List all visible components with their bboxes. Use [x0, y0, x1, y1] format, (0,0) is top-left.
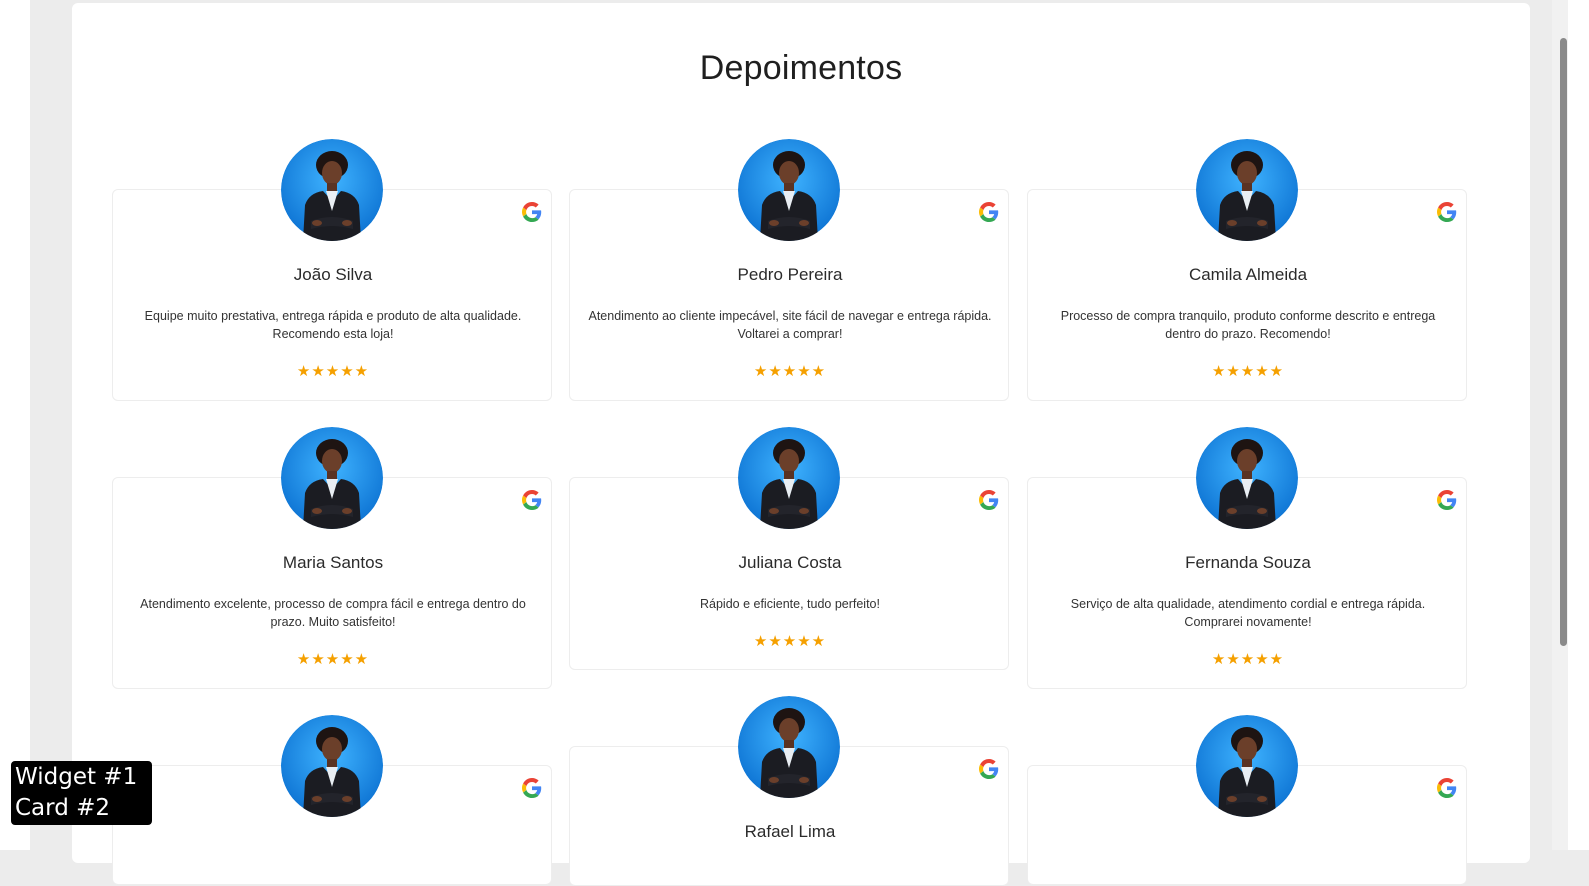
- testimonials-section: Depoimentos João Silva Equipe muito pres…: [72, 3, 1530, 886]
- review-text: Atendimento ao cliente impecável, site f…: [588, 309, 992, 341]
- reviewer-avatar: [738, 139, 840, 241]
- google-g-icon: [979, 490, 999, 510]
- card-label: Card #2: [15, 795, 111, 821]
- reviewer-avatar: [281, 139, 383, 241]
- google-g-icon: [979, 759, 999, 779]
- scrollbar-thumb[interactable]: [1560, 38, 1567, 646]
- reviewer-name: Rafael Lima: [744, 822, 836, 841]
- widget-label: Widget #1: [15, 764, 138, 790]
- reviewer-name: João Silva: [293, 265, 373, 284]
- reviewer-avatar: [738, 696, 840, 798]
- review-text: Equipe muito prestativa, entrega rápida …: [144, 309, 522, 341]
- star-rating: ★★★★★: [296, 651, 370, 668]
- reviewer-avatar: [1196, 715, 1298, 817]
- star-rating: ★★★★★: [1211, 651, 1285, 668]
- google-g-icon: [1437, 778, 1457, 798]
- google-g-icon: [979, 202, 999, 222]
- reviewer-name: Fernanda Souza: [1185, 553, 1311, 572]
- reviewer-avatar: [281, 427, 383, 529]
- section-title: Depoimentos: [699, 49, 903, 87]
- google-g-icon: [522, 778, 542, 798]
- reviewer-name: Juliana Costa: [738, 553, 842, 572]
- star-rating: ★★★★★: [753, 363, 827, 380]
- reviewer-avatar: [1196, 139, 1298, 241]
- review-text: Serviço de alta qualidade, atendimento c…: [1070, 597, 1426, 629]
- reviewer-avatar: [1196, 427, 1298, 529]
- widget-card-label: Widget #1 Card #2: [11, 761, 152, 825]
- star-rating: ★★★★★: [1211, 363, 1285, 380]
- review-text: Atendimento excelente, processo de compr…: [140, 597, 526, 629]
- review-text: Rápido e eficiente, tudo perfeito!: [700, 597, 880, 611]
- reviewer-name: Camila Almeida: [1188, 265, 1308, 284]
- google-g-icon: [1437, 202, 1457, 222]
- page-margin-left: [0, 0, 30, 850]
- star-rating: ★★★★★: [753, 633, 827, 650]
- reviewer-name: Pedro Pereira: [737, 265, 843, 284]
- page-gutter-left: [30, 0, 72, 850]
- google-g-icon: [1437, 490, 1457, 510]
- review-text: Processo de compra tranquilo, produto co…: [1060, 309, 1436, 341]
- reviewer-avatar: [281, 715, 383, 817]
- reviewer-name: Maria Santos: [282, 553, 384, 572]
- google-g-icon: [522, 202, 542, 222]
- star-rating: ★★★★★: [296, 363, 370, 380]
- page-margin-right: [1568, 0, 1589, 850]
- page-gutter-right: [1530, 0, 1552, 850]
- google-g-icon: [522, 490, 542, 510]
- reviewer-avatar: [738, 427, 840, 529]
